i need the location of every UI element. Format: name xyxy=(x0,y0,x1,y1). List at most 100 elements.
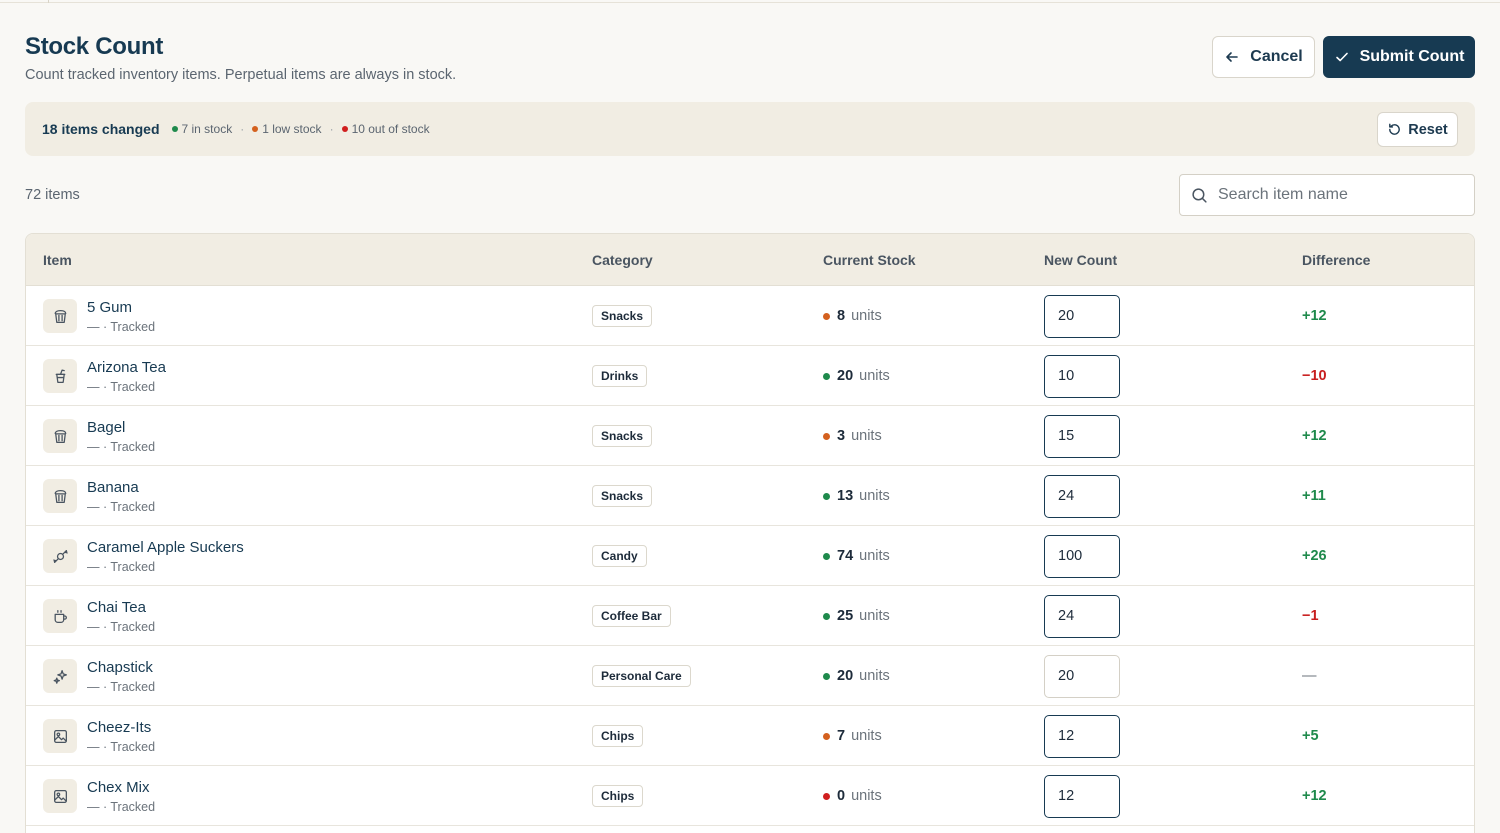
stock-value: 25 xyxy=(837,608,854,624)
column-header-difference[interactable]: Difference xyxy=(1302,234,1370,286)
category-cell: Chips xyxy=(592,706,644,766)
stock-unit: units xyxy=(851,728,882,744)
difference-cell: +5 xyxy=(1302,706,1319,766)
current-stock-cell: 25 units xyxy=(823,586,890,646)
low-stock-dot xyxy=(252,126,259,132)
cancel-button[interactable]: Cancel xyxy=(1212,36,1315,78)
difference-cell: — xyxy=(1302,646,1317,706)
stock-value: 7 xyxy=(837,728,846,744)
check-icon xyxy=(1335,52,1348,62)
new-count-cell: 12 xyxy=(1044,766,1120,826)
difference-cell: +12 xyxy=(1302,286,1327,346)
difference-cell: +12 xyxy=(1302,406,1327,466)
item-count: 72 items xyxy=(25,187,80,203)
coffee-cup-icon xyxy=(43,599,77,633)
reset-icon xyxy=(1389,123,1401,135)
difference-cell: +12 xyxy=(1302,766,1327,826)
item-name: Arizona Tea xyxy=(87,359,166,376)
table-row: Chex Mix — · Tracked Chips 0 units 12 +12 xyxy=(26,766,1474,826)
image-icon xyxy=(43,779,77,813)
submit-count-button[interactable]: Submit Count xyxy=(1323,36,1475,78)
new-count-input[interactable]: 12 xyxy=(1044,714,1120,758)
snack-icon xyxy=(43,299,77,333)
new-count-input[interactable]: 15 xyxy=(1044,414,1120,458)
item-name: Cheez-Its xyxy=(87,719,152,736)
reset-label: Reset xyxy=(1408,121,1448,138)
in-stock-dot xyxy=(171,126,178,132)
column-header-item[interactable]: Item xyxy=(43,234,72,286)
stock-status-dot xyxy=(823,612,830,620)
difference-value: — xyxy=(1302,668,1317,684)
new-count-input[interactable]: 12 xyxy=(1044,774,1120,818)
current-stock-cell: 3 units xyxy=(823,406,882,466)
new-count-input[interactable]: 24 xyxy=(1044,594,1120,638)
reset-button[interactable]: Reset xyxy=(1377,112,1458,147)
search-box[interactable] xyxy=(1179,174,1475,216)
page-title: Stock Count xyxy=(25,33,164,60)
stock-unit: units xyxy=(851,428,882,444)
category-badge: Coffee Bar xyxy=(592,605,671,627)
stock-unit: units xyxy=(851,308,882,324)
new-count-input[interactable]: 20 xyxy=(1044,294,1120,338)
out-of-stock-dot xyxy=(341,126,348,132)
new-count-cell: 100 xyxy=(1044,526,1120,586)
current-stock-cell: 20 units xyxy=(823,646,890,706)
table-header: Item Category Current Stock New Count Di… xyxy=(26,234,1474,286)
difference-value: +5 xyxy=(1302,728,1319,744)
stock-status-dot xyxy=(823,312,830,320)
difference-value: +26 xyxy=(1302,548,1327,564)
snack-icon xyxy=(43,479,77,513)
item-name: Chex Mix xyxy=(87,779,150,796)
new-count-input[interactable]: 24 xyxy=(1044,474,1120,518)
search-input[interactable] xyxy=(1218,186,1458,204)
item-meta: — · Tracked xyxy=(87,500,156,514)
item-name: Bagel xyxy=(87,419,126,436)
current-stock-cell: 7 units xyxy=(823,706,882,766)
category-badge: Snacks xyxy=(592,425,653,447)
table-row: Banana — · Tracked Snacks 13 units 24 +11 xyxy=(26,466,1474,526)
stock-value: 20 xyxy=(837,368,854,384)
stock-status-dot xyxy=(823,372,830,380)
stock-status-dot xyxy=(823,732,830,740)
snack-icon xyxy=(43,419,77,453)
stock-value: 3 xyxy=(837,428,846,444)
difference-value: +12 xyxy=(1302,428,1327,444)
new-count-input[interactable]: 10 xyxy=(1044,354,1120,398)
drink-cup-icon xyxy=(43,359,77,393)
in-stock-label: 7 in stock xyxy=(181,122,233,136)
change-summary-bar: 18 items changed 7 in stock · 1 low stoc… xyxy=(25,102,1475,156)
separator: · xyxy=(329,122,334,136)
category-badge: Drinks xyxy=(592,365,648,387)
column-header-new-count[interactable]: New Count xyxy=(1044,234,1117,286)
low-stock-stat: 1 low stock xyxy=(252,122,322,136)
stock-unit: units xyxy=(859,368,890,384)
image-icon xyxy=(43,719,77,753)
item-meta: — · Tracked xyxy=(87,560,156,574)
item-name: Chai Tea xyxy=(87,599,146,616)
stock-value: 74 xyxy=(837,548,854,564)
new-count-cell: 20 xyxy=(1044,646,1120,706)
category-cell: Personal Care xyxy=(592,646,691,706)
in-stock-stat: 7 in stock xyxy=(171,122,233,136)
top-border xyxy=(0,0,1500,3)
sparkle-icon xyxy=(43,659,77,693)
table-row: Bagel — · Tracked Snacks 3 units 15 +12 xyxy=(26,406,1474,466)
new-count-input[interactable]: 100 xyxy=(1044,534,1120,578)
current-stock-cell: 13 units xyxy=(823,466,890,526)
column-header-category[interactable]: Category xyxy=(592,234,653,286)
table-row: Caramel Apple Suckers — · Tracked Candy 74 u… xyxy=(26,526,1474,586)
difference-value: +12 xyxy=(1302,788,1327,804)
column-header-current-stock[interactable]: Current Stock xyxy=(823,234,916,286)
item-name: Caramel Apple Suckers xyxy=(87,539,244,556)
item-meta: — · Tracked xyxy=(87,800,156,814)
stock-value: 20 xyxy=(837,668,854,684)
top-divider-tick xyxy=(48,0,49,3)
table-row: Chai Tea — · Tracked Coffee Bar 25 units 24 −1 xyxy=(26,586,1474,646)
category-cell: Snacks xyxy=(592,406,653,466)
page-subtitle: Count tracked inventory items. Perpetual… xyxy=(25,67,457,83)
search-icon xyxy=(1192,187,1207,203)
category-badge: Personal Care xyxy=(592,665,691,687)
difference-value: −1 xyxy=(1302,608,1319,624)
new-count-input[interactable]: 20 xyxy=(1044,654,1120,698)
table-row: Cheez-Its — · Tracked Chips 7 units 12 +5 xyxy=(26,706,1474,766)
